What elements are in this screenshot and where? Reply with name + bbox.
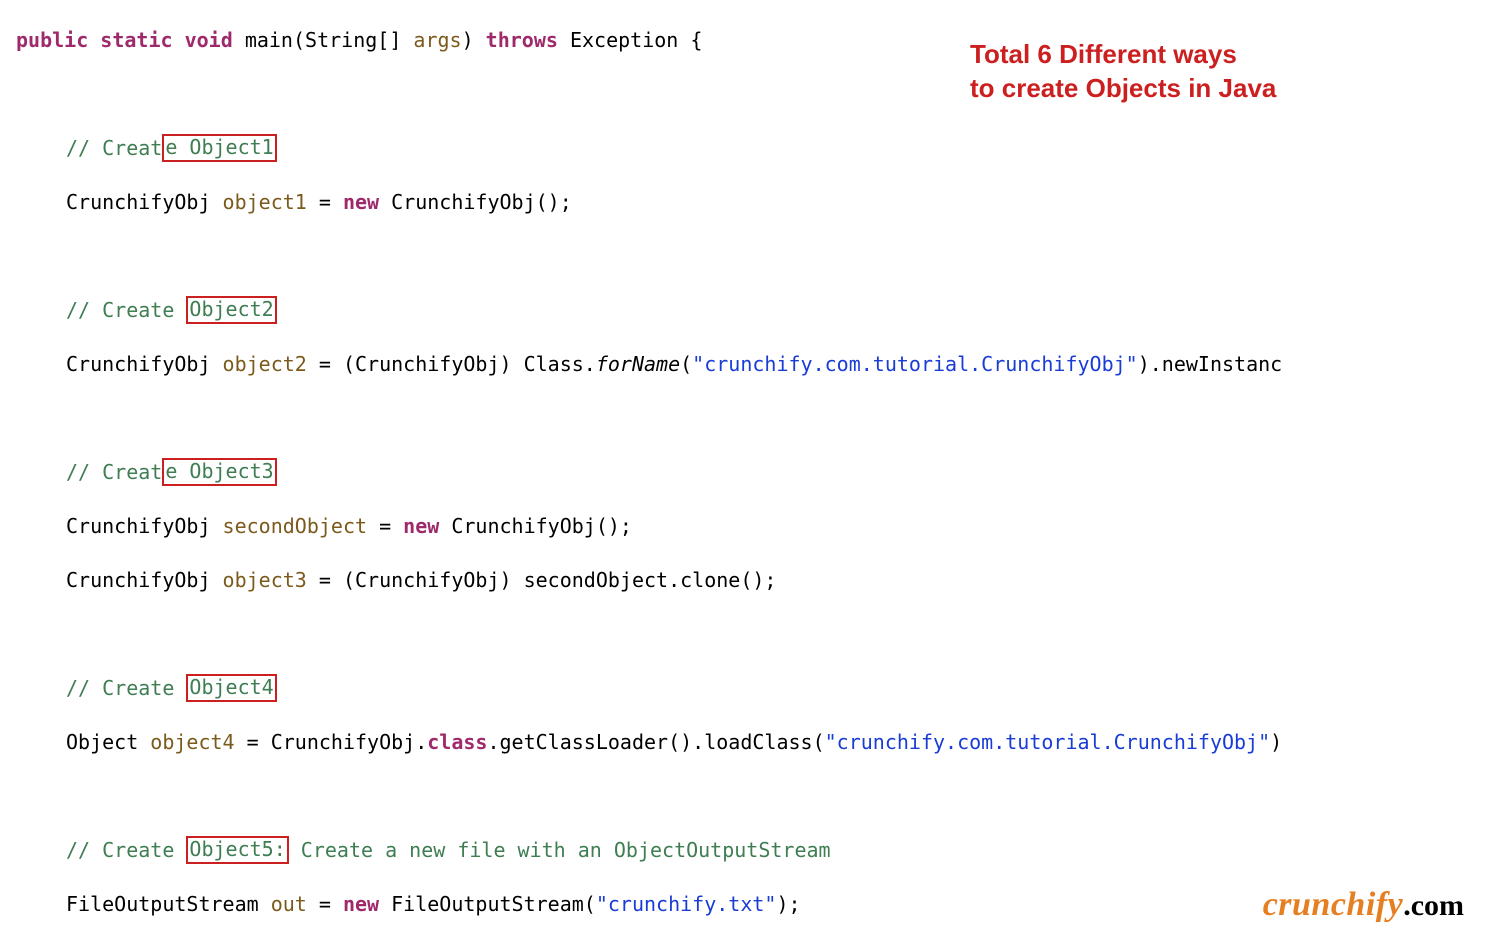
- code-block: public static void main(String[] args) t…: [0, 0, 1490, 940]
- title-line-1: Total 6 Different ways: [970, 38, 1276, 72]
- highlight-object3: e Object3: [162, 458, 276, 486]
- code-line-obj1: CrunchifyObj object1 = new CrunchifyObj(…: [0, 189, 1490, 216]
- watermark: crunchify.com: [1263, 882, 1464, 928]
- title-overlay: Total 6 Different ways to create Objects…: [970, 38, 1276, 106]
- code-line-obj3a: CrunchifyObj secondObject = new Crunchif…: [0, 513, 1490, 540]
- code-line-obj3b: CrunchifyObj object3 = (CrunchifyObj) se…: [0, 567, 1490, 594]
- highlight-object5: Object5:: [186, 836, 288, 864]
- watermark-suffix: .com: [1403, 889, 1464, 922]
- blank-line: [0, 405, 1490, 432]
- watermark-brand: crunchify: [1263, 886, 1404, 923]
- title-line-2: to create Objects in Java: [970, 72, 1276, 106]
- highlight-object2: Object2: [186, 296, 276, 324]
- comment-object5: // Create Object5: Create a new file wit…: [0, 837, 1490, 864]
- highlight-object4: Object4: [186, 674, 276, 702]
- highlight-object1: e Object1: [162, 134, 276, 162]
- comment-object3: // Create Object3: [0, 459, 1490, 486]
- comment-object4: // Create Object4: [0, 675, 1490, 702]
- blank-line: [0, 783, 1490, 810]
- blank-line: [0, 621, 1490, 648]
- code-line-obj4: Object object4 = CrunchifyObj.class.getC…: [0, 729, 1490, 756]
- comment-object1: // Create Object1: [0, 135, 1490, 162]
- blank-line: [0, 243, 1490, 270]
- code-line-obj2: CrunchifyObj object2 = (CrunchifyObj) Cl…: [0, 351, 1490, 378]
- comment-object2: // Create Object2: [0, 297, 1490, 324]
